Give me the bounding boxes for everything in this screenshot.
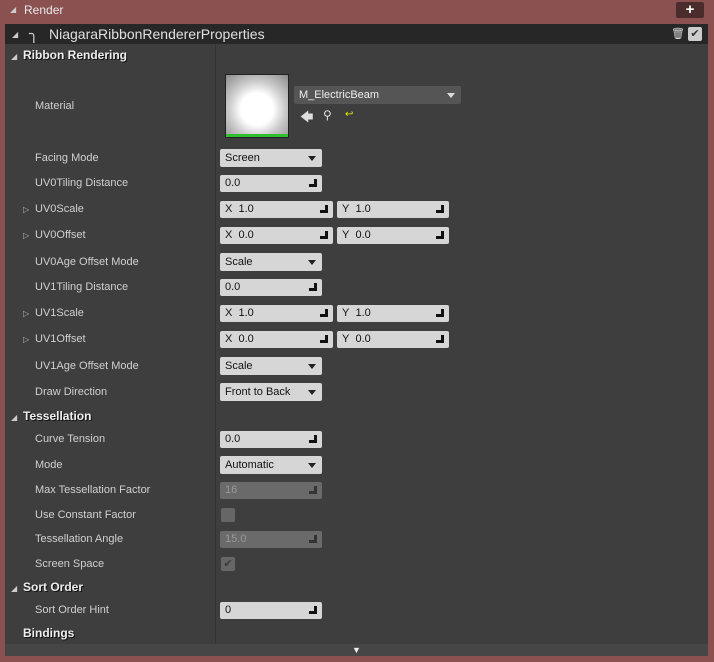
- panel-title: NiagaraRibbonRendererProperties: [49, 26, 265, 42]
- trash-icon[interactable]: 🗑: [671, 27, 685, 40]
- sort-order-hint-label: Sort Order Hint: [35, 604, 109, 616]
- x-label: X: [225, 203, 233, 215]
- curve-tension-label: Curve Tension: [35, 433, 106, 445]
- properties-panel: ◢ ╮ NiagaraRibbonRendererProperties 🗑 ✔ …: [5, 24, 708, 656]
- collapse-triangle-icon[interactable]: ◢: [11, 52, 17, 61]
- screen-space-label: Screen Space: [35, 558, 105, 570]
- value: 0: [225, 604, 232, 616]
- max-tessellation-input[interactable]: 16: [220, 482, 322, 499]
- use-selected-arrow-icon[interactable]: 🡄: [300, 108, 313, 130]
- value: 0.0: [238, 229, 254, 241]
- value: 0.0: [355, 229, 371, 241]
- value: 1.0: [238, 307, 254, 319]
- expand-more-bar[interactable]: ▼: [5, 644, 708, 656]
- mode-label: Mode: [35, 459, 63, 471]
- uv0-age-offset-dropdown[interactable]: Scale: [220, 253, 322, 271]
- uv1-tiling-label: UV1Tiling Distance: [35, 281, 129, 293]
- x-label: X: [225, 307, 233, 319]
- collapse-triangle-icon[interactable]: ◢: [10, 5, 16, 14]
- expand-arrow-icon[interactable]: ▷: [23, 205, 29, 214]
- value: 16: [225, 484, 238, 496]
- tessellation-angle-input[interactable]: 15.0: [220, 531, 322, 548]
- uv1-offset-x-input[interactable]: X 0.0: [220, 331, 333, 348]
- expand-arrow-icon[interactable]: ▷: [23, 309, 29, 318]
- uv0-offset-y-input[interactable]: Y 0.0: [337, 227, 449, 244]
- value: 0.0: [355, 333, 371, 345]
- double-chevron-down-icon[interactable]: ▼: [352, 645, 361, 655]
- enabled-checkbox[interactable]: ✔: [688, 27, 702, 41]
- value: Front to Back: [225, 386, 291, 398]
- value: 1.0: [355, 307, 371, 319]
- uv1-scale-x-input[interactable]: X 1.0: [220, 305, 333, 322]
- value: Automatic: [225, 459, 274, 471]
- reset-arrow-icon[interactable]: ↩: [345, 109, 353, 120]
- y-label: Y: [342, 333, 350, 345]
- x-label: X: [225, 333, 233, 345]
- value: 1.0: [355, 203, 371, 215]
- render-section-header[interactable]: ◢ Render +: [0, 0, 714, 20]
- category-bindings[interactable]: Bindings: [23, 626, 74, 640]
- x-label: X: [225, 229, 233, 241]
- value: 0.0: [225, 433, 241, 445]
- draw-direction-dropdown[interactable]: Front to Back: [220, 383, 322, 401]
- uv1-offset-label: UV1Offset: [35, 333, 86, 345]
- facing-mode-dropdown[interactable]: Screen: [220, 149, 322, 167]
- uv0-offset-label: UV0Offset: [35, 229, 86, 241]
- add-button[interactable]: +: [676, 2, 704, 18]
- uv0-scale-x-input[interactable]: X 1.0: [220, 201, 333, 218]
- sort-order-hint-input[interactable]: 0: [220, 602, 322, 619]
- uv0-offset-x-input[interactable]: X 0.0: [220, 227, 333, 244]
- use-constant-factor-checkbox[interactable]: [221, 508, 235, 522]
- category-tessellation[interactable]: Tessellation: [23, 409, 91, 423]
- column-divider[interactable]: [215, 44, 216, 644]
- uv1-offset-y-input[interactable]: Y 0.0: [337, 331, 449, 348]
- uv0-tiling-input[interactable]: 0.0: [220, 175, 322, 192]
- value: 1.0: [238, 203, 254, 215]
- value: 0.0: [225, 281, 241, 293]
- material-value: M_ElectricBeam: [299, 89, 380, 101]
- value: Scale: [225, 360, 253, 372]
- ribbon-icon: ╮: [29, 26, 39, 43]
- y-label: Y: [342, 307, 350, 319]
- value: 0.0: [238, 333, 254, 345]
- tessellation-angle-label: Tessellation Angle: [35, 533, 124, 545]
- uv0-scale-y-input[interactable]: Y 1.0: [337, 201, 449, 218]
- uv1-scale-y-input[interactable]: Y 1.0: [337, 305, 449, 322]
- y-label: Y: [342, 203, 350, 215]
- uv1-tiling-input[interactable]: 0.0: [220, 279, 322, 296]
- facing-mode-value: Screen: [225, 152, 260, 164]
- render-title: Render: [24, 3, 64, 17]
- value: Scale: [225, 256, 253, 268]
- material-label: Material: [35, 100, 75, 112]
- expand-arrow-icon[interactable]: ▷: [23, 231, 29, 240]
- facing-mode-label: Facing Mode: [35, 152, 99, 164]
- uv0-tiling-label: UV0Tiling Distance: [35, 177, 129, 189]
- collapse-triangle-icon[interactable]: ◢: [11, 584, 17, 593]
- y-label: Y: [342, 229, 350, 241]
- use-constant-factor-label: Use Constant Factor: [35, 509, 136, 521]
- panel-title-bar: ◢ ╮ NiagaraRibbonRendererProperties 🗑 ✔: [5, 24, 708, 44]
- browse-search-icon[interactable]: ⚲: [323, 108, 332, 122]
- uv1-age-offset-dropdown[interactable]: Scale: [220, 357, 322, 375]
- category-sort-order[interactable]: Sort Order: [23, 580, 83, 594]
- collapse-triangle-icon[interactable]: ◢: [12, 30, 18, 39]
- uv1-age-offset-label: UV1Age Offset Mode: [35, 360, 139, 372]
- collapse-triangle-icon[interactable]: ◢: [11, 413, 17, 422]
- value: 0.0: [225, 177, 241, 189]
- uv0-scale-label: UV0Scale: [35, 203, 84, 215]
- max-tessellation-label: Max Tessellation Factor: [35, 484, 151, 496]
- screen-space-checkbox[interactable]: ✔: [221, 557, 235, 571]
- mode-dropdown[interactable]: Automatic: [220, 456, 322, 474]
- expand-arrow-icon[interactable]: ▷: [23, 335, 29, 344]
- uv0-age-offset-label: UV0Age Offset Mode: [35, 256, 139, 268]
- category-ribbon-rendering[interactable]: Ribbon Rendering: [23, 48, 127, 62]
- draw-direction-label: Draw Direction: [35, 386, 108, 398]
- material-thumbnail[interactable]: [225, 74, 289, 138]
- material-picker[interactable]: M_ElectricBeam: [294, 86, 461, 104]
- value: 15.0: [225, 533, 247, 545]
- uv1-scale-label: UV1Scale: [35, 307, 84, 319]
- curve-tension-input[interactable]: 0.0: [220, 431, 322, 448]
